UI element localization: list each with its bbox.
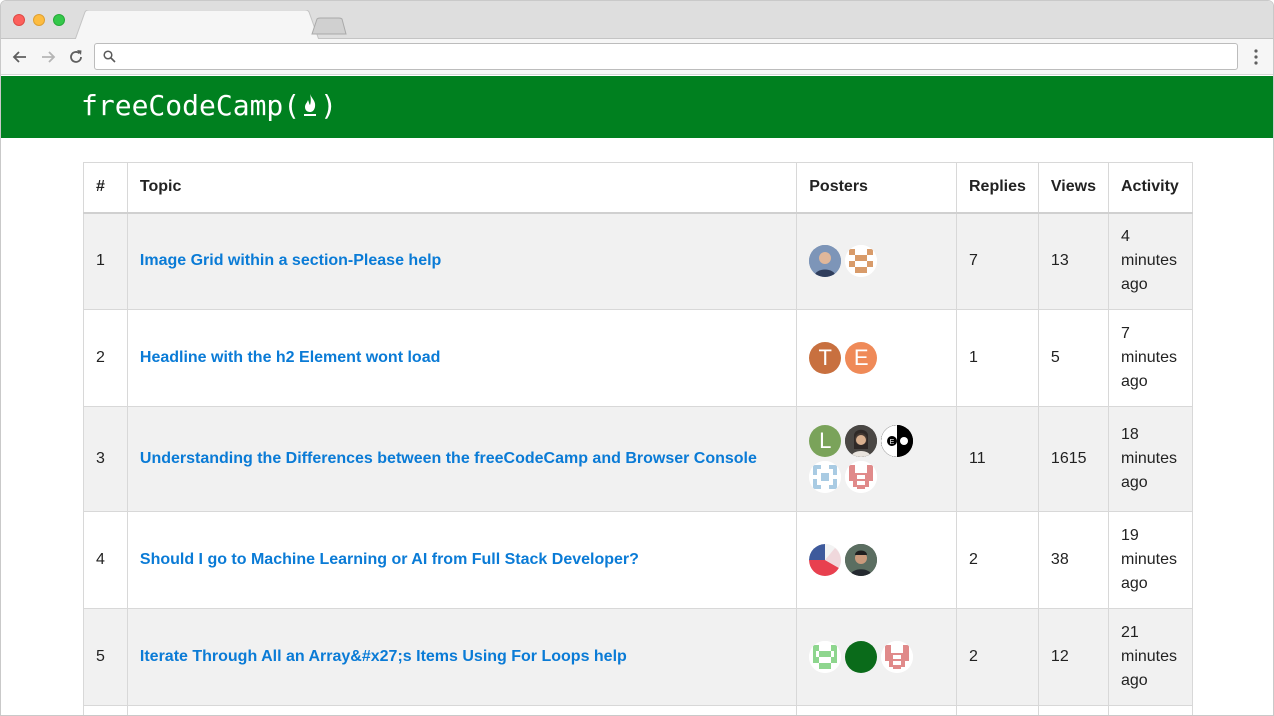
minimize-window-button[interactable] (33, 14, 45, 26)
activity-time: 18 minutes ago (1108, 406, 1193, 512)
views-count: 1615 (1037, 406, 1110, 512)
forward-arrow-icon[interactable] (38, 47, 58, 67)
logo-text: freeCodeCamp( (81, 89, 301, 122)
row-number: 4 (83, 511, 128, 609)
vertical-dots-icon[interactable] (1248, 48, 1264, 66)
table-row: 3 Understanding the Differences between … (83, 406, 1193, 512)
flame-icon (300, 91, 320, 128)
browser-tab-active[interactable] (75, 10, 319, 40)
activity-time: 21 minutes ago (1108, 608, 1193, 706)
svg-text:E: E (890, 439, 895, 446)
table-header-row: # Topic Posters Replies Views Activity (83, 162, 1193, 214)
search-icon (103, 50, 116, 68)
activity-time: 19 minutes ago (1108, 511, 1193, 609)
row-number: 2 (83, 309, 128, 407)
topic-link[interactable]: Headline with the h2 Element wont load (140, 349, 440, 366)
avatar[interactable]: E (845, 342, 878, 374)
close-window-button[interactable] (13, 14, 25, 26)
topics-table: # Topic Posters Replies Views Activity 1… (83, 162, 1193, 715)
table-row (83, 705, 1193, 715)
avatar[interactable] (845, 461, 878, 493)
address-input[interactable] (121, 47, 1221, 66)
avatar[interactable] (845, 641, 878, 673)
header-replies: Replies (956, 162, 1039, 214)
activity-time: 7 minutes ago (1108, 309, 1193, 407)
header-activity: Activity (1108, 162, 1193, 214)
topics-table-container: # Topic Posters Replies Views Activity 1… (83, 162, 1193, 715)
avatar[interactable] (845, 544, 878, 576)
posters-cell: L E (796, 406, 957, 512)
topic-cell: Should I go to Machine Learning or AI fr… (126, 511, 798, 609)
views-count: 5 (1037, 309, 1110, 407)
views-count: 13 (1037, 212, 1110, 310)
browser-toolbar (1, 39, 1273, 75)
posters-cell (796, 212, 957, 310)
topic-link[interactable]: Image Grid within a section-Please help (140, 252, 441, 269)
views-count: 38 (1037, 511, 1110, 609)
topic-cell: Image Grid within a section-Please help (126, 212, 798, 310)
posters-cell (796, 608, 957, 706)
topic-link[interactable]: Iterate Through All an Array&#x27;s Item… (140, 648, 627, 665)
table-row: 4 Should I go to Machine Learning or AI … (83, 511, 1193, 609)
header-posters: Posters (796, 162, 957, 214)
replies-count (956, 705, 1039, 715)
replies-count: 7 (956, 212, 1039, 310)
views-count (1037, 705, 1110, 715)
topic-cell: Understanding the Differences between th… (126, 406, 798, 512)
topic-cell: Iterate Through All an Array&#x27;s Item… (126, 608, 798, 706)
row-number: 3 (83, 406, 128, 512)
replies-count: 1 (956, 309, 1039, 407)
replies-count: 2 (956, 608, 1039, 706)
row-number: 5 (83, 608, 128, 706)
avatar[interactable] (809, 641, 842, 673)
replies-count: 2 (956, 511, 1039, 609)
replies-count: 11 (956, 406, 1039, 512)
posters-cell (796, 705, 957, 715)
topic-link[interactable]: Understanding the Differences between th… (140, 450, 757, 467)
new-tab-button[interactable] (311, 17, 347, 35)
avatar[interactable] (809, 461, 842, 493)
avatar-initial: T (818, 345, 832, 370)
avatar[interactable]: L (809, 425, 842, 457)
freecodecamp-logo[interactable]: freeCodeCamp() (81, 88, 337, 124)
posters-cell (796, 511, 957, 609)
header-topic: Topic (126, 162, 798, 214)
site-header: freeCodeCamp() (1, 76, 1273, 138)
row-number: 1 (83, 212, 128, 310)
avatar-initial: L (819, 428, 832, 453)
avatar[interactable] (845, 425, 878, 457)
avatar[interactable] (881, 641, 914, 673)
maximize-window-button[interactable] (53, 14, 65, 26)
table-row: 2 Headline with the h2 Element wont load… (83, 309, 1193, 407)
header-views: Views (1037, 162, 1110, 214)
posters-cell: T E (796, 309, 957, 407)
avatar[interactable] (845, 245, 878, 278)
table-row: 1 Image Grid within a section-Please hel… (83, 212, 1193, 310)
activity-time (1108, 705, 1193, 715)
views-count: 12 (1037, 608, 1110, 706)
topic-cell (126, 705, 798, 715)
logo-close-paren: ) (320, 89, 338, 122)
table-row: 5 Iterate Through All an Array&#x27;s It… (83, 608, 1193, 706)
browser-window: freeCodeCamp() # Topic Posters Replies V… (0, 0, 1274, 716)
activity-time: 4 minutes ago (1108, 212, 1193, 310)
title-bar (1, 1, 1273, 40)
address-bar[interactable] (94, 43, 1238, 70)
row-number (83, 705, 128, 715)
header-num: # (83, 162, 128, 214)
avatar[interactable] (809, 544, 842, 576)
avatar[interactable] (809, 245, 842, 278)
reload-icon[interactable] (66, 47, 86, 67)
avatar-initial: E (853, 345, 869, 370)
topic-link[interactable]: Should I go to Machine Learning or AI fr… (140, 551, 639, 568)
back-arrow-icon[interactable] (10, 47, 30, 67)
topic-cell: Headline with the h2 Element wont load (126, 309, 798, 407)
avatar[interactable]: E (881, 425, 914, 457)
avatar[interactable]: T (809, 342, 842, 374)
